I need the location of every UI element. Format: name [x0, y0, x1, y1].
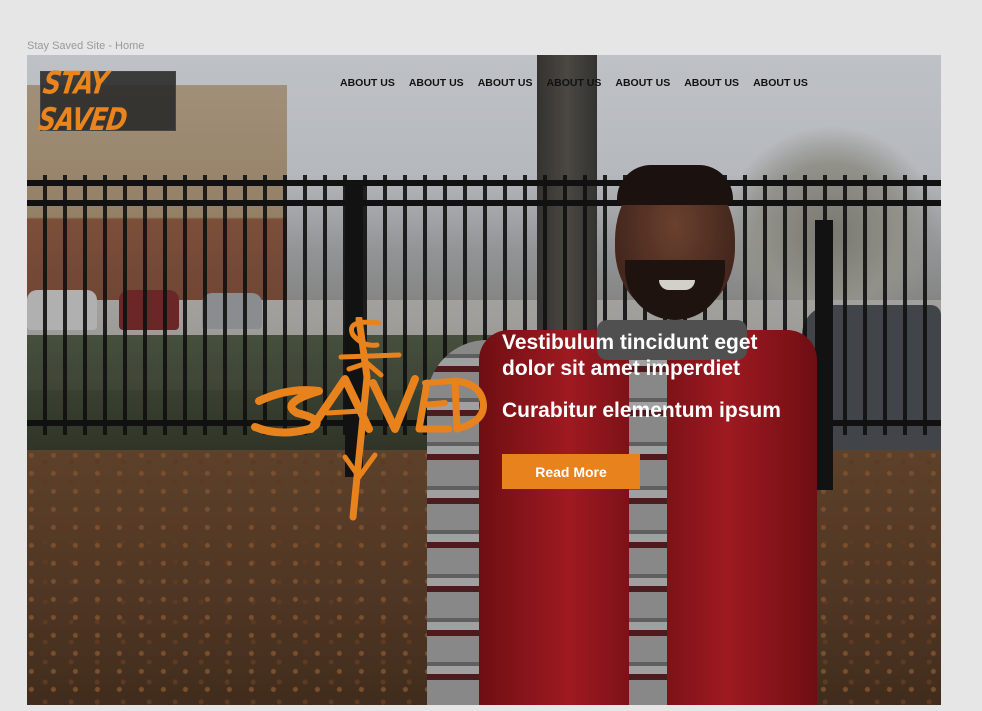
- stay-saved-emblem-icon: [251, 317, 487, 521]
- site-logo[interactable]: STAY SAVED: [36, 65, 176, 137]
- nav-item-about-us[interactable]: ABOUT US: [547, 77, 602, 89]
- nav-item-about-us[interactable]: ABOUT US: [684, 77, 739, 89]
- nav-item-about-us[interactable]: ABOUT US: [409, 77, 464, 89]
- logo-text: STAY SAVED: [35, 64, 129, 138]
- read-more-button[interactable]: Read More: [502, 454, 640, 489]
- nav-item-about-us[interactable]: ABOUT US: [615, 77, 670, 89]
- nav-item-about-us[interactable]: ABOUT US: [340, 77, 395, 89]
- hero-title: Vestibulum tincidunt eget dolor sit amet…: [502, 331, 758, 380]
- nav-item-about-us[interactable]: ABOUT US: [478, 77, 533, 89]
- main-nav: ABOUT US ABOUT US ABOUT US ABOUT US ABOU…: [340, 77, 808, 89]
- nav-item-about-us[interactable]: ABOUT US: [753, 77, 808, 89]
- hero-subtitle: Curabitur elementum ipsum: [502, 399, 781, 422]
- hero-frame: STAY SAVED ABOUT US ABOUT US ABOUT US AB…: [27, 55, 941, 705]
- page-title: Stay Saved Site - Home: [27, 40, 145, 52]
